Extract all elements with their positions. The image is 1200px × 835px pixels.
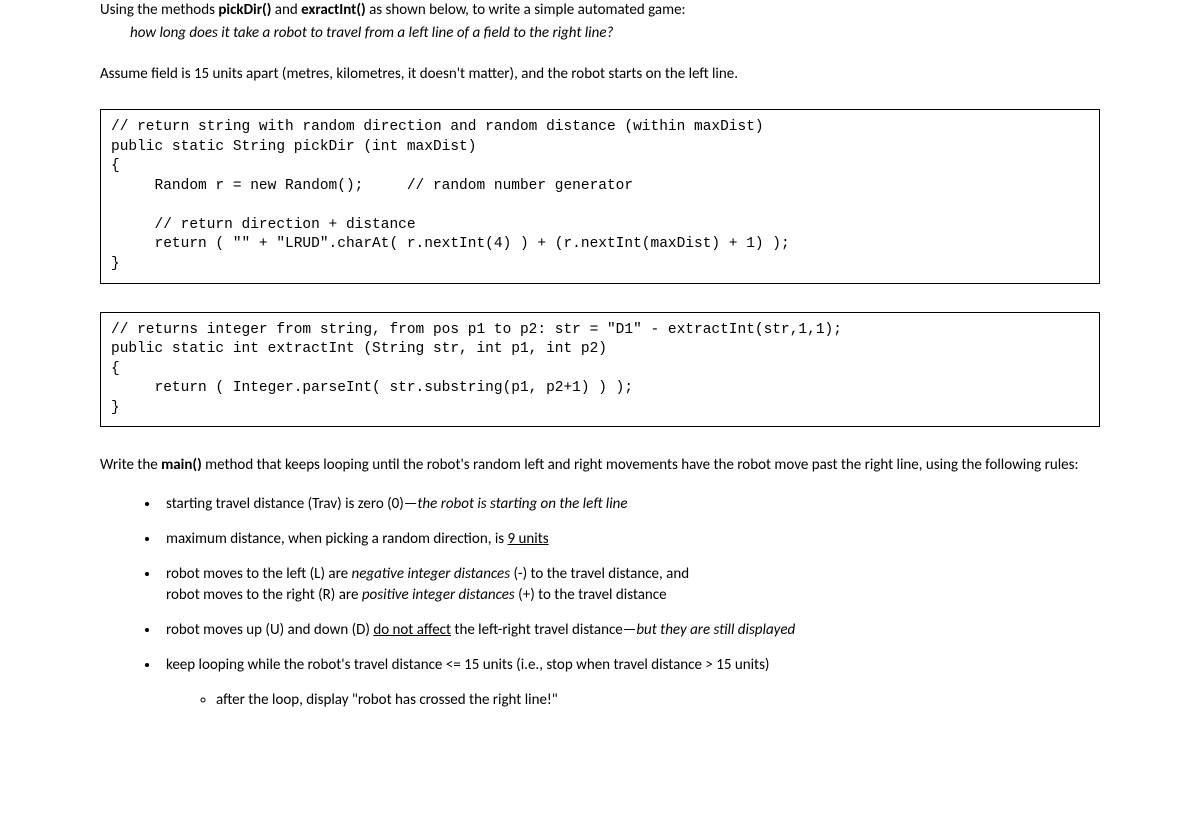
task-suffix: method that keeps looping until the robo…: [202, 456, 1079, 474]
rule-3a: robot moves to the left (L) are: [166, 565, 352, 583]
intro-prefix: Using the methods: [100, 1, 218, 19]
rule-3e: positive integer distances: [362, 586, 515, 604]
intro-paragraph: Using the methods pickDir() and exractIn…: [100, 0, 1100, 21]
rule-4b: do not affect: [373, 621, 451, 639]
rule-4a: robot moves up (U) and down (D): [166, 621, 373, 639]
rule-3b: negative integer distances: [352, 565, 511, 583]
rule-2-underline: 9 units: [508, 530, 549, 548]
rule-2: maximum distance, when picking a random …: [160, 529, 1100, 550]
rule-2-text: maximum distance, when picking a random …: [166, 530, 508, 548]
intro-suffix: as shown below, to write a simple automa…: [366, 1, 686, 19]
rule-1: starting travel distance (Trav) is zero …: [160, 494, 1100, 515]
method-pickdir: pickDir(): [218, 1, 271, 19]
rule-5-sublist: after the loop, display "robot has cross…: [166, 690, 1100, 711]
question-line: how long does it take a robot to travel …: [130, 23, 1100, 44]
intro-mid: and: [271, 1, 301, 19]
document-content: Using the methods pickDir() and exractIn…: [100, 0, 1100, 711]
rule-5: keep looping while the robot's travel di…: [160, 655, 1100, 711]
rule-5-sub: after the loop, display "robot has cross…: [216, 690, 1100, 711]
assume-line: Assume field is 15 units apart (metres, …: [100, 64, 1100, 85]
rule-3: robot moves to the left (L) are negative…: [160, 564, 1100, 606]
rule-4: robot moves up (U) and down (D) do not a…: [160, 620, 1100, 641]
rule-3f: (+) to the travel distance: [515, 586, 667, 604]
task-paragraph: Write the main() method that keeps loopi…: [100, 455, 1100, 476]
task-prefix: Write the: [100, 456, 161, 474]
code-block-extractint: // returns integer from string, from pos…: [100, 312, 1100, 428]
rule-5-text: keep looping while the robot's travel di…: [166, 656, 769, 674]
code-block-pickdir: // return string with random direction a…: [100, 109, 1100, 284]
rule-3c: (-) to the travel distance, and: [510, 565, 689, 583]
rule-4d: but they are still displayed: [636, 621, 795, 639]
rule-3d: robot moves to the right (R) are: [166, 586, 362, 604]
rule-4c: the left-right travel distance—: [451, 621, 636, 639]
method-extractint: exractInt(): [301, 1, 366, 19]
rules-list: starting travel distance (Trav) is zero …: [100, 494, 1100, 711]
rule-1-italic: the robot is starting on the left line: [417, 495, 627, 513]
rule-1-text: starting travel distance (Trav) is zero …: [166, 495, 417, 513]
task-bold: main(): [161, 456, 202, 474]
